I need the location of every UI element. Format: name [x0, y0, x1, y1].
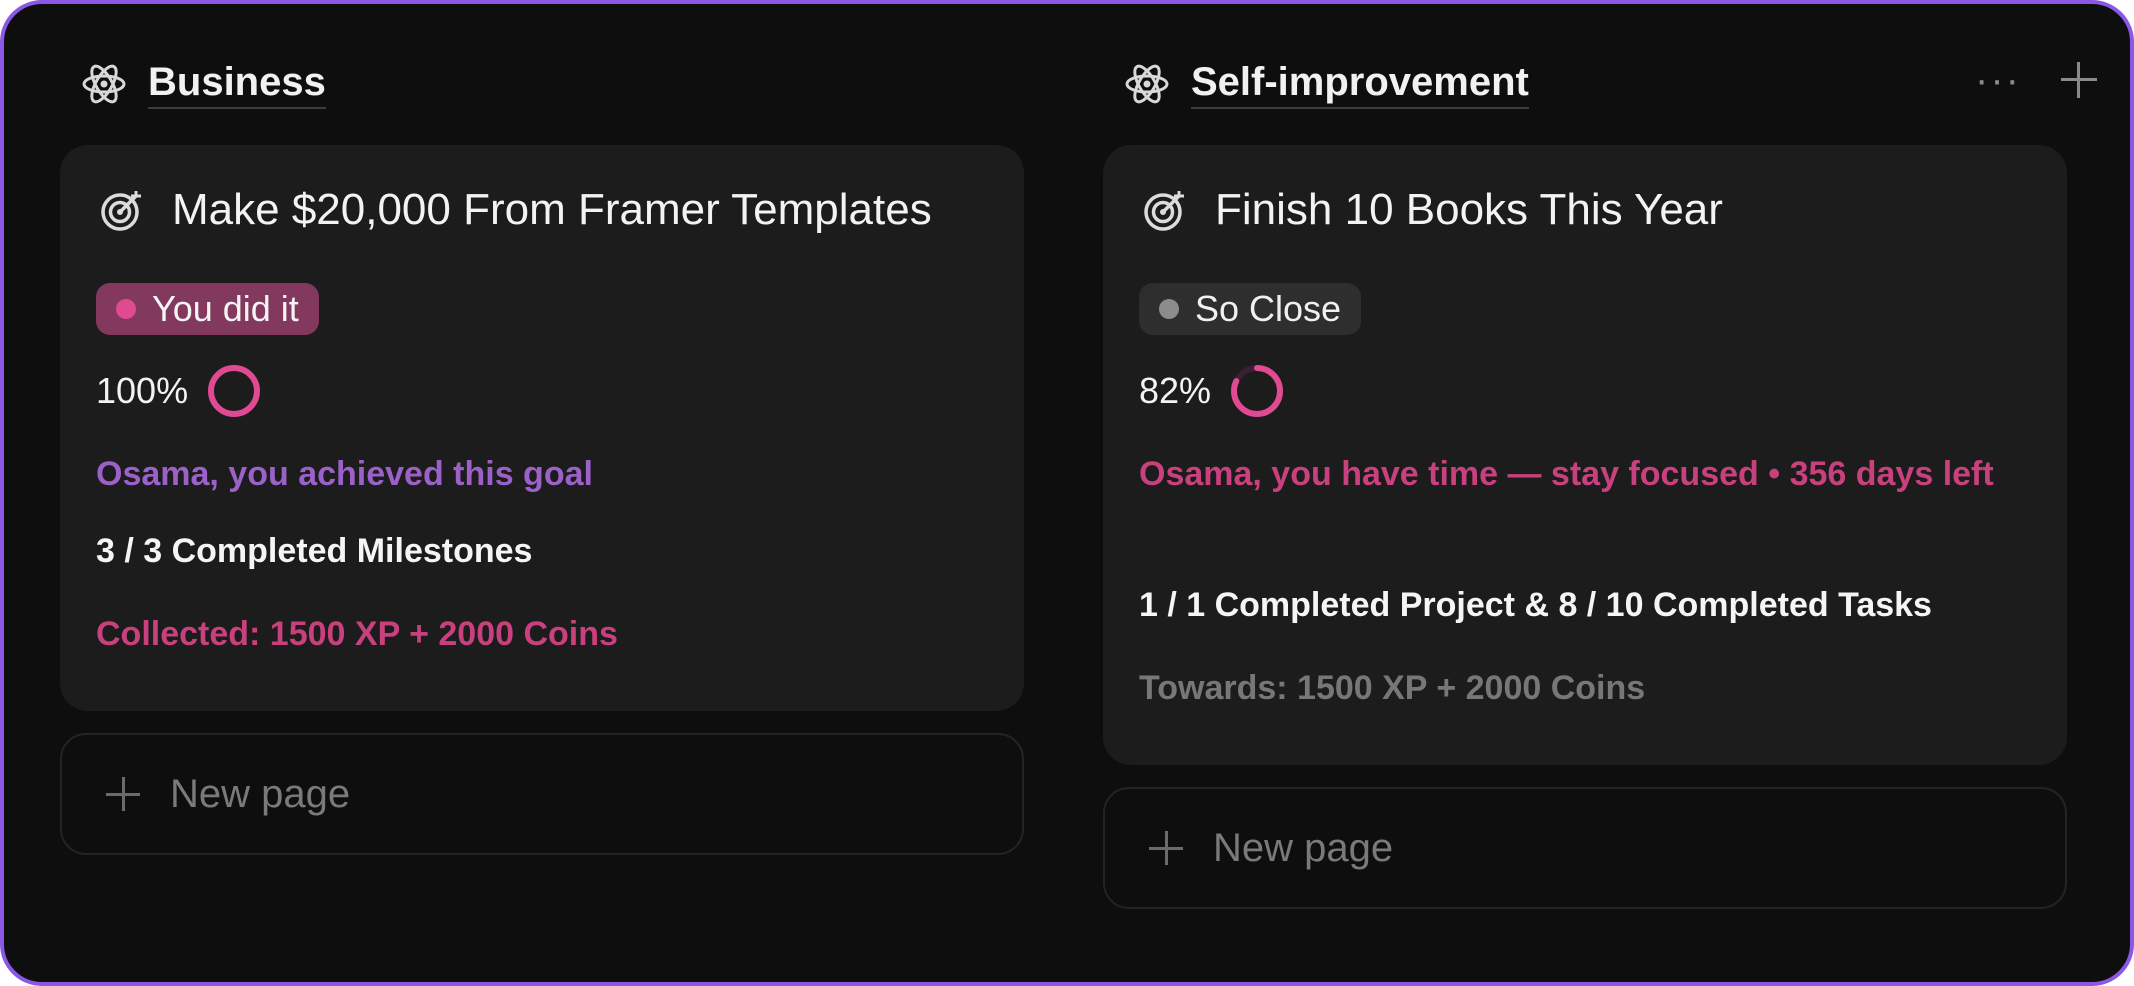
status-label: You did it	[152, 288, 299, 329]
progress-ring	[208, 365, 261, 417]
target-icon	[101, 191, 141, 231]
plus-icon	[106, 777, 140, 811]
status-badge: You did it	[96, 283, 319, 335]
progress-percent: 82%	[1139, 370, 1212, 411]
progress-row: 82%	[1139, 363, 1285, 419]
column-actions: ···	[1975, 60, 2097, 100]
target-icon	[1144, 191, 1184, 231]
plus-icon	[1149, 831, 1183, 865]
goal-card[interactable]: Finish 10 Books This Year So Close 82% O…	[1103, 145, 2067, 765]
more-options-icon[interactable]: ···	[1975, 60, 2021, 100]
column-title[interactable]: Self-improvement	[1191, 60, 1529, 109]
status-dot	[116, 299, 136, 319]
column-title[interactable]: Business	[148, 60, 326, 109]
goal-card[interactable]: Make $20,000 From Framer Templates You d…	[60, 145, 1024, 711]
card-title: Make $20,000 From Framer Templates	[172, 185, 932, 234]
progress-row: 100%	[96, 363, 262, 419]
reward-summary: Collected: 1500 XP + 2000 Coins	[96, 615, 618, 653]
milestones-summary: 1 / 1 Completed Project & 8 / 10 Complet…	[1139, 586, 1932, 624]
new-page-label: New page	[170, 771, 351, 816]
new-page-button[interactable]: New page	[60, 733, 1024, 855]
column-header[interactable]: Self-improvement	[1123, 54, 1529, 114]
new-page-label: New page	[1213, 825, 1394, 870]
progress-ring	[1231, 365, 1284, 417]
card-title-row: Make $20,000 From Framer Templates	[100, 185, 932, 235]
card-title: Finish 10 Books This Year	[1215, 185, 1723, 234]
column-header[interactable]: Business	[80, 54, 326, 114]
goal-message: Osama, you achieved this goal	[96, 455, 593, 493]
status-label: So Close	[1195, 288, 1342, 329]
status-badge: So Close	[1139, 283, 1362, 335]
goal-message: Osama, you have time — stay focused • 35…	[1139, 455, 1994, 493]
atom-icon	[82, 64, 126, 104]
milestones-summary: 3 / 3 Completed Milestones	[96, 532, 533, 570]
status-dot	[1159, 299, 1179, 319]
atom-icon	[1125, 64, 1169, 104]
add-icon[interactable]	[2061, 62, 2097, 98]
board-frame: Business Make $20,000 From Framer Templa…	[0, 0, 2134, 986]
progress-percent: 100%	[96, 370, 189, 411]
new-page-button[interactable]: New page	[1103, 787, 2067, 909]
card-title-row: Finish 10 Books This Year	[1143, 185, 1723, 235]
reward-summary: Towards: 1500 XP + 2000 Coins	[1139, 669, 1646, 707]
